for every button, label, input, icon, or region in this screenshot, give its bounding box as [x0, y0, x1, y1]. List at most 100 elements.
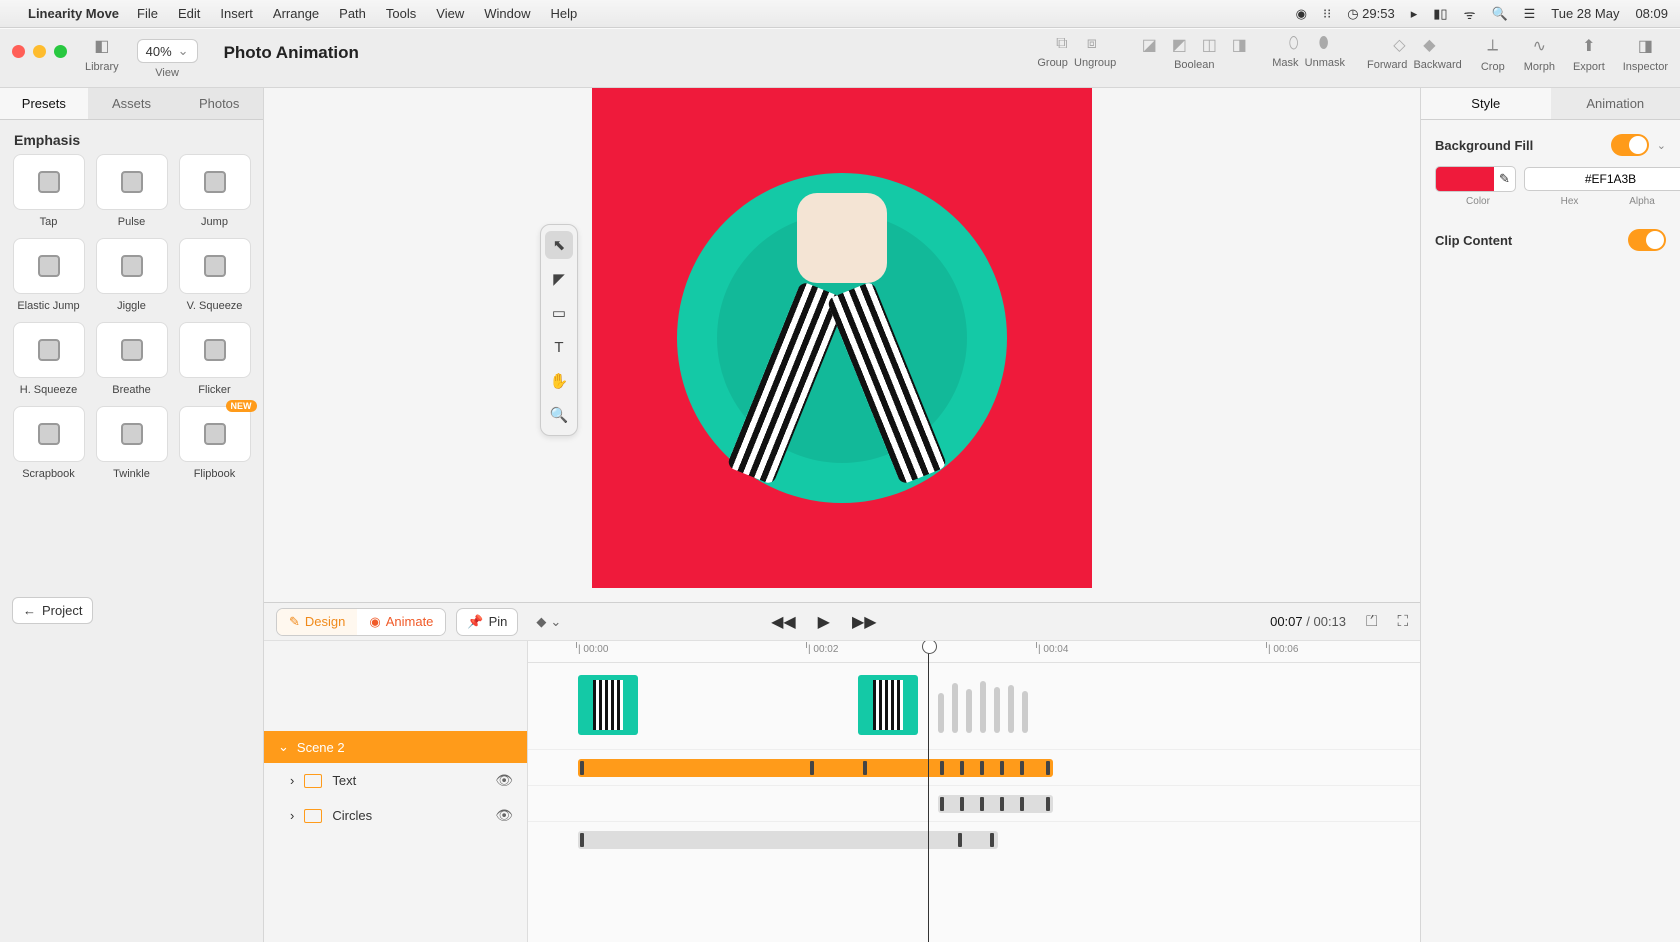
- menu-file[interactable]: File: [137, 6, 158, 21]
- node-tool[interactable]: ◤: [545, 265, 573, 293]
- keyframe-shape-button[interactable]: ◆⌄: [528, 609, 569, 635]
- preset-twinkle[interactable]: Twinkle: [95, 406, 168, 480]
- folder-icon: [304, 809, 322, 823]
- inspector-icon: ◨: [1632, 35, 1658, 57]
- screenrecord-icon[interactable]: ◉: [1296, 6, 1307, 22]
- difference-icon[interactable]: ◨: [1228, 35, 1250, 55]
- menu-edit[interactable]: Edit: [178, 6, 200, 21]
- tab-style[interactable]: Style: [1421, 88, 1551, 119]
- rewind-button[interactable]: ◀◀: [771, 612, 796, 632]
- preset-elastic-jump[interactable]: Elastic Jump: [12, 238, 85, 312]
- preset-h-squeeze[interactable]: H. Squeeze: [12, 322, 85, 396]
- tab-presets[interactable]: Presets: [0, 88, 88, 119]
- color-swatch[interactable]: [1435, 166, 1503, 192]
- preset-v-squeeze[interactable]: V. Squeeze: [178, 238, 251, 312]
- menubar-date[interactable]: Tue 28 May: [1551, 6, 1619, 21]
- export-tool[interactable]: ⬆Export: [1573, 35, 1605, 73]
- clip-text[interactable]: [938, 795, 1053, 813]
- preset-jiggle[interactable]: Jiggle: [95, 238, 168, 312]
- scene-track[interactable]: [528, 749, 1420, 785]
- tab-photos[interactable]: Photos: [175, 88, 263, 119]
- preset-pulse[interactable]: Pulse: [95, 154, 168, 228]
- folder-icon: [304, 774, 322, 788]
- crop-tool[interactable]: ⟂Crop: [1480, 35, 1506, 73]
- circles-track[interactable]: [528, 821, 1420, 857]
- union-icon[interactable]: ◪: [1138, 35, 1160, 55]
- layer-text[interactable]: › Text 👁: [264, 763, 527, 798]
- fastforward-button[interactable]: ▶▶: [852, 612, 877, 632]
- intersect-icon[interactable]: ◫: [1198, 35, 1220, 55]
- eyedropper-button[interactable]: ✎: [1494, 166, 1516, 192]
- zoom-tool[interactable]: 🔍: [545, 401, 573, 429]
- menubar-time[interactable]: 08:09: [1635, 6, 1668, 21]
- chevron-right-icon: ›: [290, 808, 294, 823]
- clip-circles[interactable]: [578, 831, 998, 849]
- thumbnail-2[interactable]: [858, 675, 918, 735]
- backward-icon[interactable]: ◆: [1418, 35, 1440, 55]
- preset-tap[interactable]: Tap: [12, 154, 85, 228]
- window-maximize-button[interactable]: [54, 45, 67, 58]
- project-back-button[interactable]: ← Project: [12, 597, 93, 624]
- thumbnail-1[interactable]: [578, 675, 638, 735]
- play-status-icon[interactable]: ▸: [1411, 6, 1418, 22]
- window-minimize-button[interactable]: [33, 45, 46, 58]
- zoom-control[interactable]: 40% ⌄ View: [137, 35, 198, 79]
- app-name[interactable]: Linearity Move: [28, 6, 119, 21]
- mode-design[interactable]: ✎Design: [277, 609, 357, 635]
- artboard[interactable]: [592, 88, 1092, 588]
- morph-tool[interactable]: ∿Morph: [1524, 35, 1555, 73]
- menu-tools[interactable]: Tools: [386, 6, 416, 21]
- canvas-viewport[interactable]: [264, 88, 1420, 602]
- control-center-icon[interactable]: ☰: [1524, 6, 1536, 22]
- playhead[interactable]: [928, 641, 929, 942]
- menu-help[interactable]: Help: [550, 6, 577, 21]
- timer-icon[interactable]: ◷ 29:53: [1347, 6, 1395, 22]
- move-tool[interactable]: ⬉: [545, 231, 573, 259]
- text-tool[interactable]: T: [545, 333, 573, 361]
- mask-icon[interactable]: ⬯: [1283, 35, 1305, 53]
- tab-animation[interactable]: Animation: [1551, 88, 1680, 119]
- group-icon[interactable]: ⧉: [1051, 35, 1073, 53]
- clip-content-toggle[interactable]: [1628, 229, 1666, 251]
- hex-input[interactable]: [1524, 167, 1680, 191]
- ungroup-icon[interactable]: ⧈: [1081, 35, 1103, 53]
- forward-icon[interactable]: ◇: [1388, 35, 1410, 55]
- preset-jump[interactable]: Jump: [178, 154, 251, 228]
- mode-animate[interactable]: ◉Animate: [357, 609, 445, 635]
- text-track[interactable]: [528, 785, 1420, 821]
- preset-scrapbook[interactable]: Scrapbook: [12, 406, 85, 480]
- app-status-icon[interactable]: ⁝⁝: [1323, 6, 1331, 22]
- visibility-icon[interactable]: 👁: [495, 772, 513, 789]
- menu-path[interactable]: Path: [339, 6, 366, 21]
- menu-arrange[interactable]: Arrange: [273, 6, 319, 21]
- inspector-toggle[interactable]: ◨Inspector: [1623, 35, 1668, 73]
- spotlight-icon[interactable]: 🔍: [1491, 6, 1507, 22]
- pin-button[interactable]: 📌Pin: [456, 608, 518, 636]
- library-toggle[interactable]: ◧ Library: [85, 35, 119, 73]
- preset-breathe[interactable]: Breathe: [95, 322, 168, 396]
- window-close-button[interactable]: [12, 45, 25, 58]
- expand-icon[interactable]: ⛶: [1397, 613, 1408, 630]
- play-button[interactable]: ▶: [818, 612, 830, 632]
- chevron-down-icon[interactable]: ⌄: [1657, 139, 1666, 152]
- crop-icon: ⟂: [1480, 35, 1506, 57]
- timeline-ruler[interactable]: | 00:00 | 00:02 | 00:04 | 00:06 | 00:08: [528, 641, 1420, 663]
- battery-icon[interactable]: ▮▯: [1433, 6, 1447, 22]
- menu-insert[interactable]: Insert: [220, 6, 253, 21]
- tab-assets[interactable]: Assets: [88, 88, 176, 119]
- hand-tool[interactable]: ✋: [545, 367, 573, 395]
- shape-tool[interactable]: ▭: [545, 299, 573, 327]
- layer-circles[interactable]: › Circles 👁: [264, 798, 527, 833]
- menu-window[interactable]: Window: [484, 6, 530, 21]
- subtract-icon[interactable]: ◩: [1168, 35, 1190, 55]
- menu-view[interactable]: View: [436, 6, 464, 21]
- loop-region-icon[interactable]: ⏍: [1366, 613, 1377, 630]
- scene-header[interactable]: ⌄ Scene 2: [264, 731, 527, 763]
- visibility-icon[interactable]: 👁: [495, 807, 513, 824]
- bg-fill-toggle[interactable]: [1611, 134, 1649, 156]
- unmask-icon[interactable]: ⬮: [1313, 35, 1335, 53]
- preset-flicker[interactable]: Flicker: [178, 322, 251, 396]
- timeline-tracks[interactable]: | 00:00 | 00:02 | 00:04 | 00:06 | 00:08: [528, 641, 1420, 942]
- preset-flipbook[interactable]: NEWFlipbook: [178, 406, 251, 480]
- wifi-icon[interactable]: ᯤ: [1464, 5, 1476, 23]
